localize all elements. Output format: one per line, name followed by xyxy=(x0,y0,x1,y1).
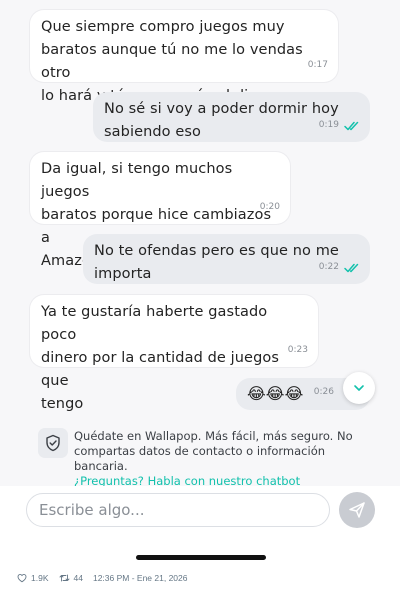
scroll-to-bottom-button[interactable] xyxy=(343,372,375,404)
safety-icon-container xyxy=(38,428,68,458)
message-time: 0:23 xyxy=(287,345,308,355)
message-bubble-incoming: Que siempre compro juegos muy baratos au… xyxy=(30,10,338,104)
message-time: 0:22 xyxy=(318,262,339,272)
message-bubble-outgoing: No te ofendas pero es que no me importa … xyxy=(83,234,370,284)
message-time: 0:20 xyxy=(259,202,280,212)
message-meta: 0:20 xyxy=(260,196,280,219)
message-meta: 0:19 xyxy=(319,114,360,137)
message-meta: 0:23 xyxy=(288,339,308,362)
message-time: 0:26 xyxy=(313,387,334,397)
home-indicator xyxy=(136,555,266,560)
retweets-count: 44 xyxy=(73,573,83,583)
message-bubble-incoming: Ya te gustaría haberte gastado poco dine… xyxy=(30,295,318,412)
double-check-icon xyxy=(344,263,359,272)
chevron-down-icon xyxy=(354,385,364,391)
chat-area: Que siempre compro juegos muy baratos au… xyxy=(0,0,400,418)
message-time: 0:17 xyxy=(307,60,328,70)
message-meta: 0:26 xyxy=(314,381,334,404)
tweet-timestamp: 12:36 PM - Ene 21, 2026 xyxy=(92,573,188,583)
message-bubble-outgoing: No sé si voy a poder dormir hoy sabiendo… xyxy=(93,92,370,142)
safety-notice-text: Quédate en Wallapop. Más fácil, más segu… xyxy=(74,429,353,473)
message-meta: 0:22 xyxy=(319,256,360,279)
safety-notice-text-block: Quédate en Wallapop. Más fácil, más segu… xyxy=(74,429,374,489)
message-input[interactable] xyxy=(26,493,330,527)
heart-icon[interactable] xyxy=(17,573,27,583)
retweet-icon[interactable] xyxy=(59,573,70,583)
message-time: 0:19 xyxy=(318,120,339,130)
send-icon xyxy=(349,502,365,518)
message-bubble-incoming: Da igual, si tengo muchos juegos baratos… xyxy=(30,152,290,269)
message-meta: 0:17 xyxy=(308,54,328,77)
shield-check-icon xyxy=(46,434,60,452)
tweet-footer: 1.9K 44 12:36 PM - Ene 21, 2026 xyxy=(17,573,187,583)
send-button[interactable] xyxy=(339,492,375,528)
double-check-icon xyxy=(344,121,359,130)
likes-count: 1.9K xyxy=(31,573,49,583)
message-emojis: 😂😂😂 xyxy=(247,384,304,403)
